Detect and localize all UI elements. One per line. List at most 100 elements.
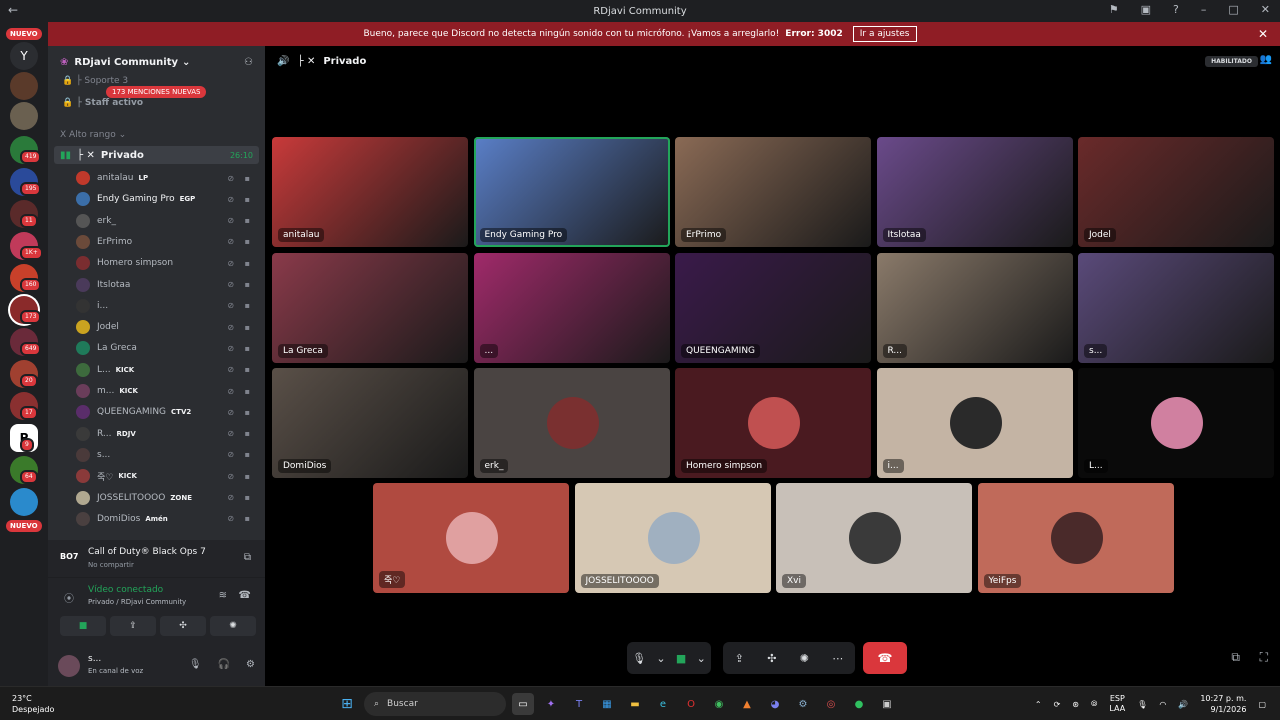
file-explorer-icon[interactable]: ▬	[624, 693, 646, 715]
notification-icon[interactable]: ▢	[1258, 700, 1266, 709]
participant-tile[interactable]: 죽♡	[373, 483, 569, 593]
voice-member[interactable]: m... KICK ⊘ ▪	[76, 381, 258, 401]
taskbar-search[interactable]: ⌕ Buscar	[364, 692, 506, 716]
clock[interactable]: 10:27 p. m. 9/1/2026	[1200, 693, 1246, 715]
chevron-down-icon[interactable]: ⌄	[697, 652, 706, 665]
voice-member[interactable]: Homero simpson ⊘ ▪	[76, 253, 258, 273]
voice-member[interactable]: anitalau LP ⊘ ▪	[76, 168, 258, 188]
voice-member[interactable]: erk_ ⊘ ▪	[76, 211, 258, 231]
voice-member[interactable]: 죽♡ KICK ⊘ ▪	[76, 466, 258, 486]
noise-suppression-icon[interactable]: ≋	[219, 590, 227, 601]
close-window-button[interactable]: ✕	[1261, 3, 1270, 16]
server-icon[interactable]: Y	[10, 42, 38, 70]
voice-member[interactable]: JOSSELITOOOO ZONE ⊘ ▪	[76, 488, 258, 508]
call-of-duty-icon[interactable]: ▣	[876, 693, 898, 715]
task-view-icon[interactable]: ▭	[512, 693, 534, 715]
signal-icon[interactable]: ⦿	[64, 590, 74, 605]
voice-member[interactable]: i... ⊘ ▪	[76, 296, 258, 316]
vpn-icon[interactable]: ⊛	[1072, 700, 1079, 709]
participant-tile[interactable]: s...	[1078, 252, 1274, 363]
participant-tile[interactable]: ErPrimo	[675, 137, 871, 247]
back-arrow-icon[interactable]: ←	[8, 3, 18, 17]
stream-icon[interactable]: ⧉	[244, 552, 251, 563]
category-header[interactable]: X Alto rango ⌄	[60, 130, 126, 140]
store-icon[interactable]: ▦	[596, 693, 618, 715]
microphone-icon[interactable]: 🎙	[1137, 700, 1147, 709]
server-icon[interactable]	[10, 72, 38, 100]
voice-member[interactable]: Jodel ⊘ ▪	[76, 317, 258, 337]
voice-member[interactable]: s... ⊘ ▪	[76, 445, 258, 465]
user-name[interactable]: s...	[88, 654, 101, 664]
participant-tile[interactable]: erk_	[473, 368, 670, 478]
server-icon[interactable]	[10, 102, 38, 130]
microphone-icon[interactable]: 🎙	[189, 659, 202, 670]
voice-member[interactable]: ErPrimo ⊘ ▪	[76, 232, 258, 252]
weather-widget[interactable]: 23°C Despejado	[12, 693, 54, 715]
chevron-up-icon[interactable]: ⌃	[1035, 700, 1042, 709]
spotify-icon[interactable]: ●	[848, 693, 870, 715]
chevron-down-icon[interactable]: ⌄	[656, 652, 665, 665]
network-icon[interactable]: ⟳	[1054, 700, 1061, 709]
opera-icon[interactable]: O	[680, 693, 702, 715]
teams-icon[interactable]: T	[568, 693, 590, 715]
disconnect-icon[interactable]: ☎	[239, 590, 251, 601]
minimize-button[interactable]: –	[1201, 3, 1207, 16]
participant-tile[interactable]: i...	[876, 368, 1073, 478]
participant-tile[interactable]: anitalau	[272, 137, 468, 247]
participant-tile[interactable]: La Greca	[272, 252, 468, 363]
voice-member[interactable]: DomiDios Amén ⊘ ▪	[76, 509, 258, 529]
help-icon[interactable]: ?	[1173, 3, 1179, 16]
camera-button[interactable]: ■	[60, 616, 106, 636]
participant-tile[interactable]: QUEENGAMING	[675, 252, 871, 363]
screen-icon[interactable]: ▣	[1141, 3, 1151, 16]
popout-icon[interactable]: ⧉	[1231, 650, 1240, 665]
participant-tile[interactable]: YeiFps	[977, 483, 1174, 593]
windows-start-icon[interactable]: ⊞	[336, 693, 358, 715]
fullscreen-icon[interactable]: ⛶	[1260, 650, 1268, 665]
activities-button[interactable]: ✣	[160, 616, 206, 636]
participant-tile[interactable]: R...	[876, 252, 1073, 363]
banner-close-icon[interactable]: ✕	[1258, 27, 1268, 41]
participant-tile[interactable]: ...	[473, 252, 670, 363]
headphones-icon[interactable]: 🎧	[218, 659, 230, 670]
edge-icon[interactable]: e	[652, 693, 674, 715]
activities-icon[interactable]: ✣	[767, 652, 776, 665]
go-to-settings-button[interactable]: Ir a ajustes	[852, 26, 917, 42]
mentions-badge[interactable]: 173 MENCIONES NUEVAS	[106, 86, 207, 98]
chrome-icon[interactable]: ◉	[708, 693, 730, 715]
enabled-badge[interactable]: HABILITADO	[1205, 56, 1258, 67]
steam-icon[interactable]: ⚙	[792, 693, 814, 715]
inbox-icon[interactable]: ⚑	[1109, 3, 1119, 16]
voice-member[interactable]: L... KICK ⊘ ▪	[76, 360, 258, 380]
soundboard-button[interactable]: ✺	[210, 616, 256, 636]
participant-tile[interactable]: L...	[1078, 368, 1274, 478]
app-icon[interactable]: ◎	[820, 693, 842, 715]
volume-icon[interactable]: 🔊	[1178, 700, 1188, 709]
microphone-icon[interactable]: 🎙	[632, 652, 646, 665]
voice-member[interactable]: Itslotaa ⊘ ▪	[76, 275, 258, 295]
voice-status-subtitle[interactable]: Privado / RDjavi Community	[88, 598, 186, 606]
wifi-icon[interactable]: ◠	[1159, 700, 1166, 709]
more-options-icon[interactable]: ⋯	[832, 652, 843, 665]
avatar[interactable]	[58, 655, 80, 677]
invite-icon[interactable]: ⚇	[244, 57, 253, 68]
voice-channel-privado[interactable]: ▮▮ ├ ✕ Privado 26:10	[54, 146, 259, 164]
server-header[interactable]: ❀ RDjavi Community ⌄ ⚇	[48, 46, 265, 78]
share-screen-icon[interactable]: ⇪	[735, 652, 744, 665]
voice-member[interactable]: Endy Gaming Pro EGP ⊘ ▪	[76, 189, 258, 209]
voice-member[interactable]: R... RDJV ⊘ ▪	[76, 424, 258, 444]
end-call-button[interactable]: ☎	[863, 642, 907, 674]
members-icon[interactable]: 👥	[1260, 54, 1272, 65]
channel-item[interactable]: 🔒 ├ Soporte 3	[62, 76, 128, 86]
maximize-button[interactable]: □	[1228, 3, 1238, 16]
participant-tile[interactable]: JOSSELITOOOO	[574, 483, 771, 593]
location-icon[interactable]: ⦾	[1091, 699, 1097, 709]
participant-tile[interactable]: Homero simpson	[675, 368, 871, 478]
server-icon[interactable]	[10, 488, 38, 516]
settings-gear-icon[interactable]: ⚙	[246, 659, 255, 670]
participant-tile[interactable]: Itslotaa	[876, 137, 1073, 247]
share-screen-button[interactable]: ⇪	[110, 616, 156, 636]
discord-icon[interactable]: ◕	[764, 693, 786, 715]
participant-tile[interactable]: DomiDios	[272, 368, 468, 478]
app-icon[interactable]: ▲	[736, 693, 758, 715]
